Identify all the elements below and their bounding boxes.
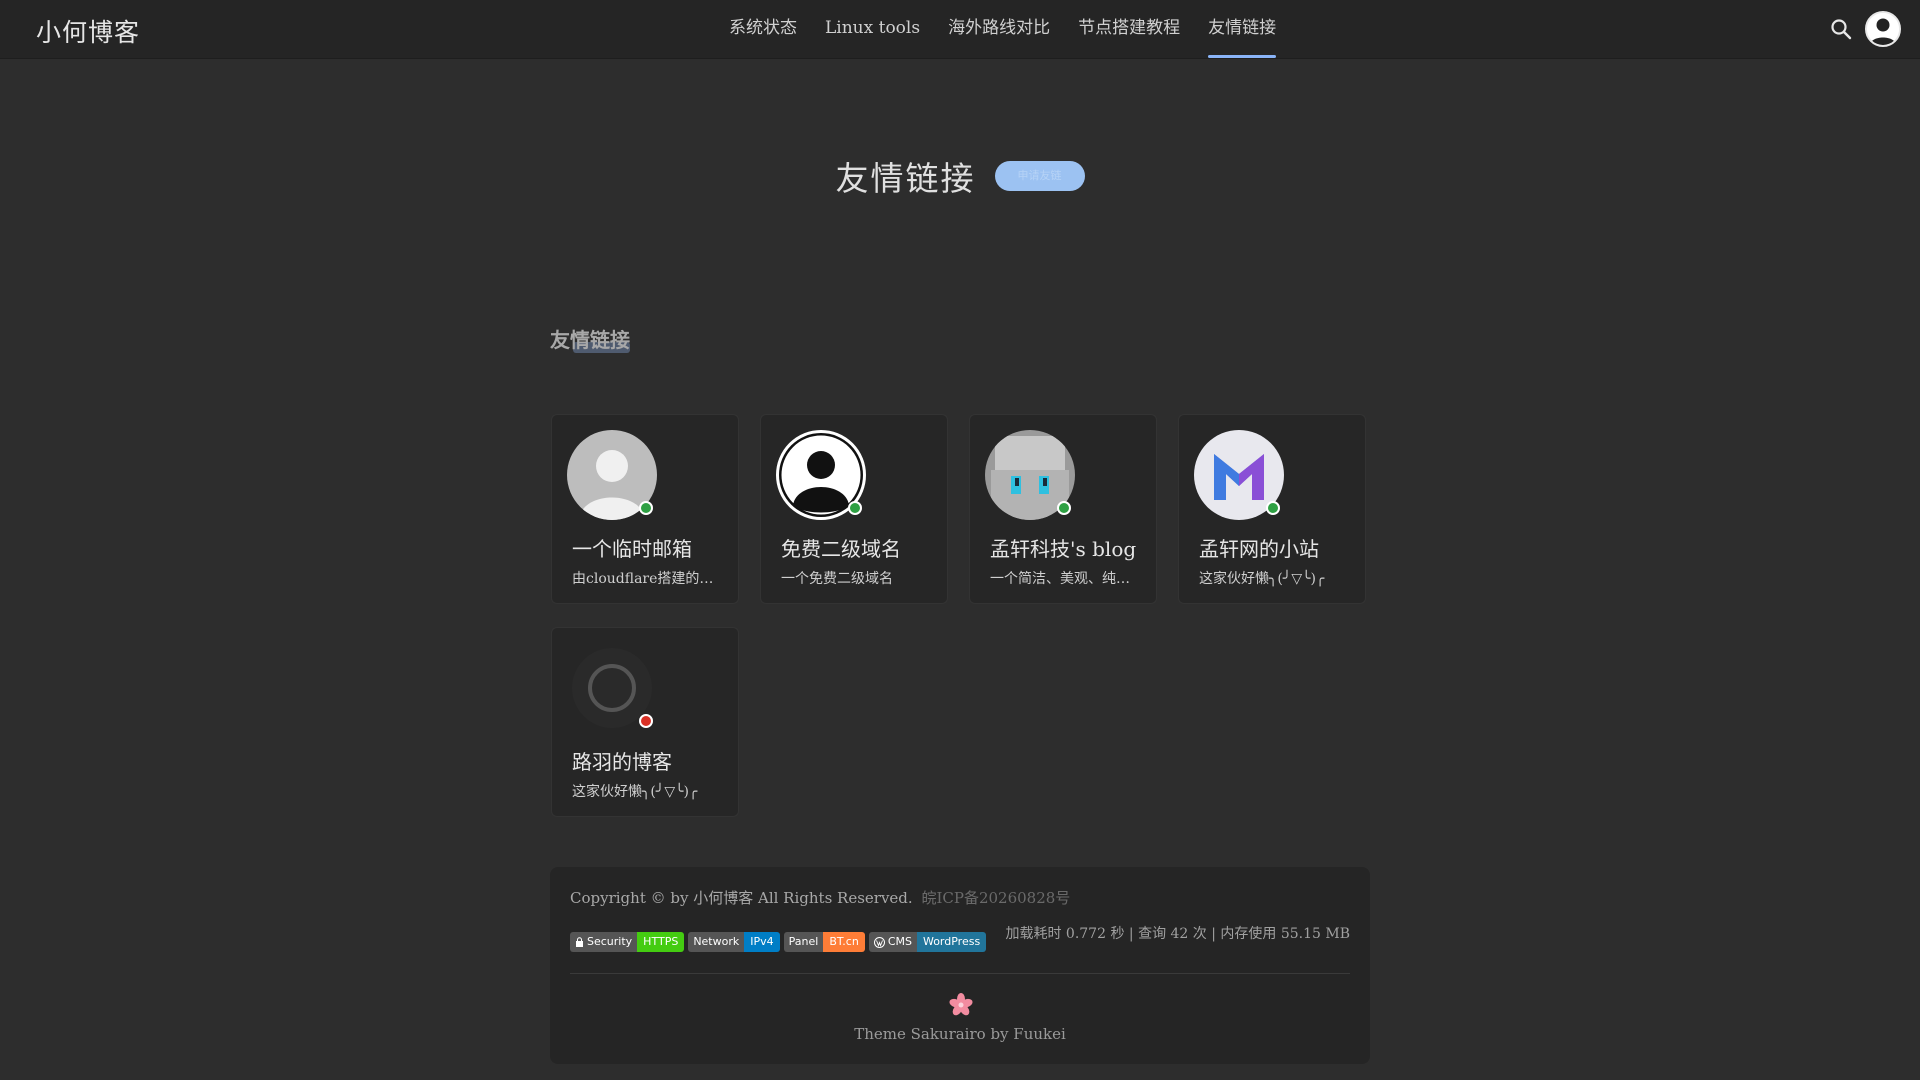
- section-title: 友情链接: [550, 328, 630, 352]
- badge-security[interactable]: Security HTTPS: [570, 932, 685, 952]
- nav-item-route-comparison[interactable]: 海外路线对比: [934, 0, 1064, 59]
- status-online-indicator: [848, 501, 862, 515]
- apply-link-badge[interactable]: 申请友链: [994, 161, 1085, 191]
- site-footer: Copyright © by 小何博客 All Rights Reserved.…: [550, 867, 1370, 1064]
- status-offline-indicator: [639, 714, 653, 728]
- link-name: 孟轩科技's blog: [990, 537, 1137, 561]
- top-navbar: 小何博客 系统状态 Linux tools 海外路线对比 节点搭建教程 友情链接: [0, 0, 1920, 59]
- link-description: 一个免费二级域名: [781, 571, 893, 587]
- badge-value: IPv4: [744, 932, 780, 952]
- link-card[interactable]: 免费二级域名 一个免费二级域名: [760, 414, 948, 604]
- badge-key: Security: [587, 935, 633, 948]
- wordpress-icon: [873, 936, 885, 948]
- nav-item-node-tutorial[interactable]: 节点搭建教程: [1064, 0, 1194, 59]
- sakura-flower-icon: [948, 992, 974, 1018]
- link-description: 这家伙好懒╮(╯▽╰)╭: [1199, 571, 1325, 587]
- page-title: 友情链接: [835, 159, 976, 198]
- status-online-indicator: [1057, 501, 1071, 515]
- link-card[interactable]: 孟轩科技's blog 一个简洁、美观、纯净的博客: [969, 414, 1157, 604]
- footer-badges: Security HTTPS Network IPv4 Panel BT.cn …: [570, 932, 987, 952]
- link-name: 孟轩网的小站: [1199, 537, 1319, 561]
- main-nav: 系统状态 Linux tools 海外路线对比 节点搭建教程 友情链接: [715, 0, 1290, 59]
- footer-divider: [570, 973, 1350, 974]
- link-name: 路羽的博客: [572, 750, 672, 774]
- link-card[interactable]: 孟轩网的小站 这家伙好懒╮(╯▽╰)╭: [1178, 414, 1366, 604]
- badge-panel[interactable]: Panel BT.cn: [783, 932, 865, 952]
- page-header: 友情链接 申请友链: [0, 152, 1920, 200]
- badge-network[interactable]: Network IPv4: [688, 932, 780, 952]
- badge-value: HTTPS: [637, 932, 685, 952]
- theme-credit[interactable]: Theme Sakurairo by Fuukei: [550, 1025, 1370, 1043]
- badge-value: BT.cn: [823, 932, 865, 952]
- nav-item-system-status[interactable]: 系统状态: [715, 0, 811, 59]
- lock-icon: [576, 937, 583, 947]
- search-icon[interactable]: [1830, 18, 1852, 40]
- copyright-label: Copyright © by 小何博客 All Rights Reserved.: [570, 889, 913, 907]
- status-online-indicator: [639, 501, 653, 515]
- link-description: 一个简洁、美观、纯净的博客: [990, 571, 1140, 587]
- badge-key: Network: [688, 932, 745, 952]
- nav-item-friend-links[interactable]: 友情链接: [1194, 0, 1290, 59]
- link-name: 一个临时邮箱: [572, 537, 692, 561]
- site-brand[interactable]: 小何博客: [36, 13, 140, 49]
- link-name: 免费二级域名: [781, 537, 901, 561]
- load-stats: 加载耗时 0.772 秒 | 查询 42 次 | 内存使用 55.15 MB: [1005, 926, 1350, 942]
- user-avatar-icon[interactable]: [1865, 11, 1901, 47]
- badge-value: WordPress: [916, 932, 987, 952]
- icp-link[interactable]: 皖ICP备20260828号: [921, 889, 1070, 907]
- badge-key: CMS: [887, 935, 912, 948]
- status-online-indicator: [1266, 501, 1280, 515]
- nav-item-linux-tools[interactable]: Linux tools: [811, 0, 934, 59]
- link-card[interactable]: 一个临时邮箱 由cloudflare搭建的临时邮箱: [551, 414, 739, 604]
- link-card[interactable]: 路羽的博客 这家伙好懒╮(╯▽╰)╭: [551, 627, 739, 817]
- badge-cms[interactable]: CMS WordPress: [868, 932, 987, 952]
- link-description: 这家伙好懒╮(╯▽╰)╭: [572, 784, 698, 800]
- link-description: 由cloudflare搭建的临时邮箱: [572, 571, 722, 587]
- copyright-text: Copyright © by 小何博客 All Rights Reserved.…: [570, 887, 1070, 908]
- badge-key: Panel: [783, 932, 824, 952]
